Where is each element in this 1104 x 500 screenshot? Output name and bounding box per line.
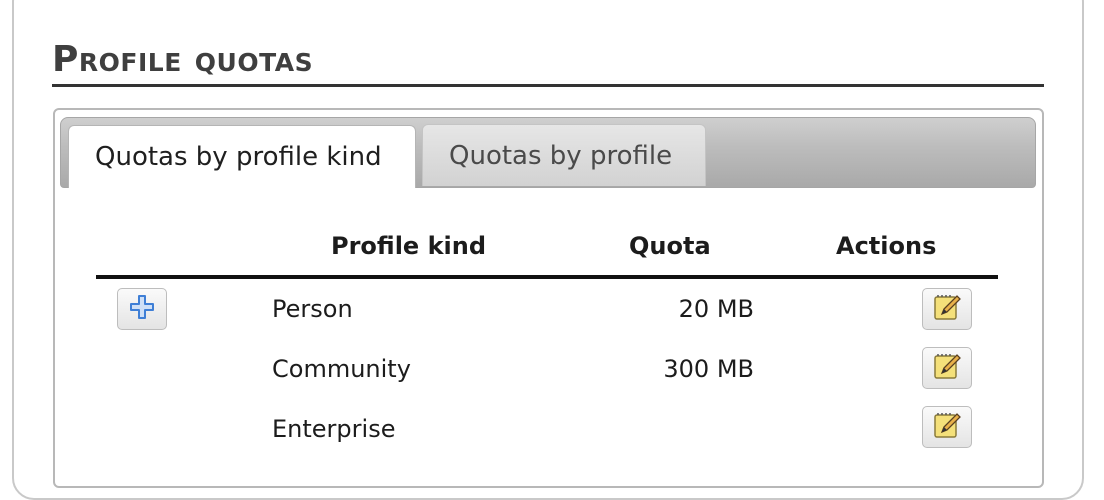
edit-icon: [932, 292, 962, 326]
title-divider: [52, 84, 1044, 87]
plus-icon: [129, 294, 155, 324]
table-row-kind: Person: [272, 295, 353, 323]
page-title: Profile quotas: [52, 39, 314, 80]
table-row-kind: Enterprise: [272, 415, 396, 443]
tab-quotas-by-profile[interactable]: Quotas by profile: [422, 124, 706, 186]
table-row-kind: Community: [272, 355, 411, 383]
header-divider: [96, 275, 998, 279]
table-row-quota: 20 MB: [678, 295, 754, 323]
edit-button[interactable]: [922, 406, 972, 448]
tab-quotas-by-profile-kind[interactable]: Quotas by profile kind: [68, 125, 416, 188]
edit-button[interactable]: [922, 288, 972, 330]
column-header-quota: Quota: [629, 232, 711, 260]
edit-button[interactable]: [922, 347, 972, 389]
table-row-quota: 300 MB: [663, 355, 754, 383]
column-header-actions: Actions: [836, 232, 937, 260]
column-header-profile-kind: Profile kind: [331, 232, 487, 260]
edit-icon: [932, 351, 962, 385]
edit-icon: [932, 410, 962, 444]
add-quota-button[interactable]: [117, 288, 167, 330]
